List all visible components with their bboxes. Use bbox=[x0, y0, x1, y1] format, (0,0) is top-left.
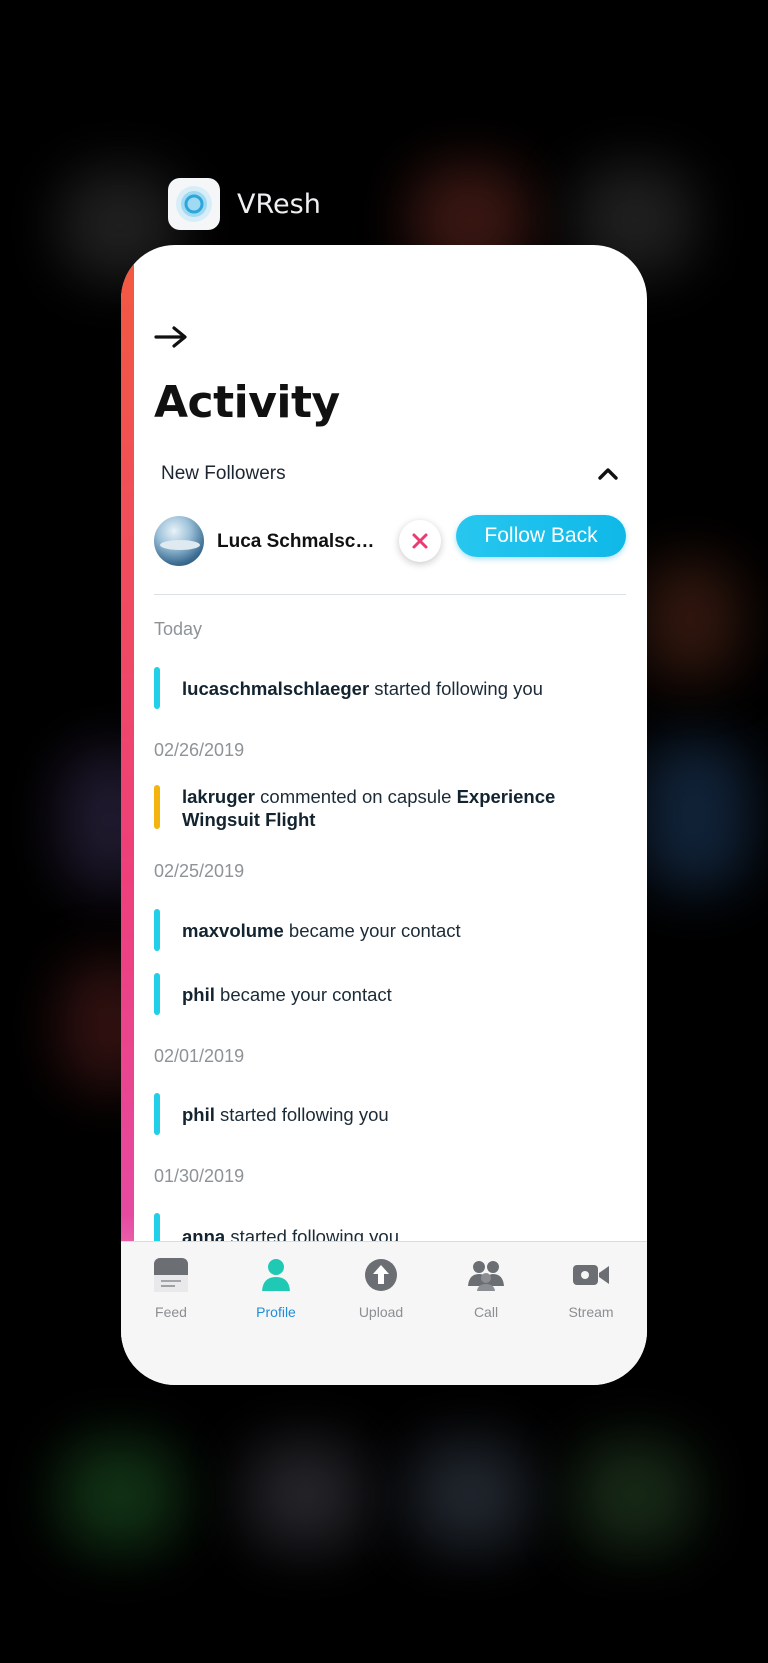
app-name: VResh bbox=[237, 188, 321, 220]
activity-user[interactable]: maxvolume bbox=[182, 920, 284, 941]
tab-feed[interactable]: Feed bbox=[126, 1256, 216, 1320]
activity-text: commented on capsule bbox=[255, 786, 457, 807]
activity-accent-bar bbox=[154, 973, 160, 1015]
tab-label: Feed bbox=[155, 1304, 187, 1320]
tab-label: Upload bbox=[358, 1304, 404, 1320]
date-header: 02/25/2019 bbox=[154, 861, 245, 881]
edge-accent-stripe bbox=[121, 245, 134, 1385]
page-title: Activity bbox=[154, 377, 340, 428]
activity-item[interactable]: lakruger commented on capsule Experience… bbox=[154, 785, 624, 831]
app-switcher-header[interactable]: VResh bbox=[168, 178, 321, 230]
activity-accent-bar bbox=[154, 909, 160, 951]
activity-user[interactable]: phil bbox=[182, 984, 215, 1005]
activity-item[interactable]: maxvolume became your contact bbox=[154, 909, 624, 951]
new-follower-row: Luca Schmalschl... Follow Back bbox=[154, 515, 626, 573]
avatar[interactable] bbox=[154, 516, 204, 566]
tab-label: Call bbox=[473, 1304, 499, 1320]
follow-back-button[interactable]: Follow Back bbox=[456, 515, 626, 557]
profile-icon bbox=[262, 1259, 290, 1291]
new-followers-header[interactable]: New Followers bbox=[161, 463, 286, 485]
stream-icon bbox=[573, 1265, 609, 1285]
date-header: 02/01/2019 bbox=[154, 1046, 245, 1066]
chevron-up-icon[interactable] bbox=[597, 465, 619, 481]
date-header: Today bbox=[154, 619, 203, 639]
vresh-app-icon bbox=[168, 178, 220, 230]
activity-item[interactable]: phil became your contact bbox=[154, 973, 624, 1015]
date-header: 01/30/2019 bbox=[154, 1166, 245, 1186]
activity-accent-bar bbox=[154, 785, 160, 829]
activity-user[interactable]: lakruger bbox=[182, 786, 255, 807]
divider bbox=[154, 594, 626, 595]
activity-text: became your contact bbox=[214, 984, 392, 1005]
activity-item[interactable]: lucaschmalschlaeger started following yo… bbox=[154, 667, 624, 709]
activity-user[interactable]: phil bbox=[182, 1104, 215, 1125]
tab-stream[interactable]: Stream bbox=[546, 1256, 636, 1320]
call-icon bbox=[468, 1261, 504, 1291]
arrow-right-icon[interactable] bbox=[154, 325, 188, 349]
tab-upload[interactable]: Upload bbox=[336, 1256, 426, 1320]
activity-text: started following you bbox=[369, 678, 543, 699]
activity-item[interactable]: phil started following you bbox=[154, 1093, 624, 1135]
activity-accent-bar bbox=[154, 667, 160, 709]
tab-call[interactable]: Call bbox=[441, 1256, 531, 1320]
feed-icon bbox=[154, 1258, 188, 1292]
bottom-tab-bar: Feed Profile Upload Call Stream bbox=[121, 1241, 647, 1385]
close-icon bbox=[412, 533, 428, 549]
activity-accent-bar bbox=[154, 1093, 160, 1135]
dismiss-button[interactable] bbox=[399, 520, 441, 562]
tab-label: Stream bbox=[568, 1304, 614, 1320]
follower-name[interactable]: Luca Schmalschl... bbox=[217, 531, 382, 553]
tab-label: Profile bbox=[256, 1304, 296, 1320]
app-card[interactable]: Activity New Followers Luca Schmalschl..… bbox=[121, 245, 647, 1385]
upload-icon bbox=[365, 1259, 397, 1291]
tab-profile[interactable]: Profile bbox=[231, 1256, 321, 1320]
activity-text: started following you bbox=[214, 1104, 389, 1125]
activity-text: became your contact bbox=[283, 920, 461, 941]
activity-user[interactable]: lucaschmalschlaeger bbox=[182, 678, 369, 699]
date-header: 02/26/2019 bbox=[154, 740, 245, 760]
